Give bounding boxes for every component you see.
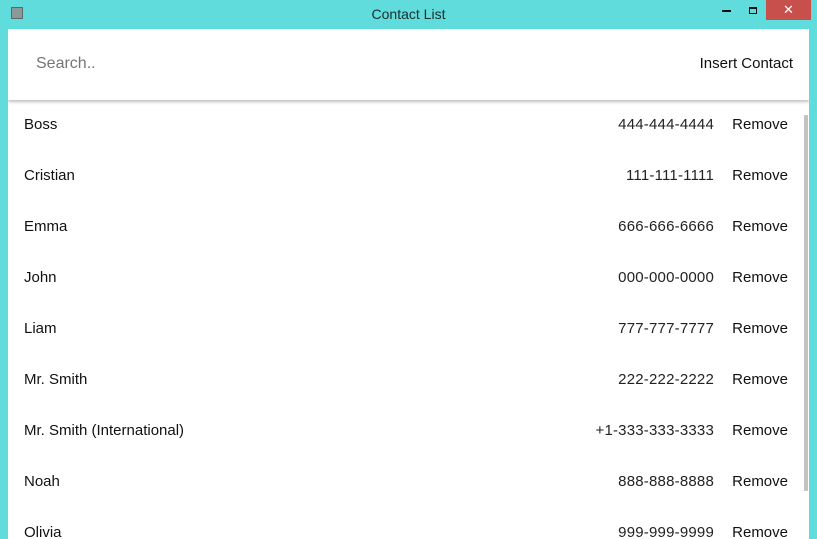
close-button[interactable]: ✕ <box>766 0 811 20</box>
list-item[interactable]: Mr. Smith 222-222-2222 Remove <box>8 355 802 406</box>
contact-phone: 888-888-8888 <box>618 473 714 490</box>
contact-name: Noah <box>24 473 60 490</box>
contact-name: Liam <box>24 320 57 337</box>
maximize-button[interactable] <box>740 0 766 20</box>
search-input[interactable] <box>28 51 328 77</box>
contact-phone: 666-666-6666 <box>618 218 714 235</box>
remove-button[interactable]: Remove <box>732 473 788 490</box>
remove-button[interactable]: Remove <box>732 320 788 337</box>
client-area: Insert Contact Boss 444-444-4444 Remove … <box>8 29 809 539</box>
remove-button[interactable]: Remove <box>732 422 788 439</box>
list-item[interactable]: Noah 888-888-8888 Remove <box>8 457 802 508</box>
minimize-icon <box>721 10 731 12</box>
remove-button[interactable]: Remove <box>732 167 788 184</box>
contact-phone: 777-777-7777 <box>618 320 714 337</box>
maximize-icon <box>749 6 757 14</box>
list-item[interactable]: Cristian 111-111-1111 Remove <box>8 151 802 202</box>
contact-phone: 222-222-2222 <box>618 371 714 388</box>
contact-phone: +1-333-333-3333 <box>595 422 714 439</box>
contact-phone: 999-999-9999 <box>618 524 714 539</box>
title-bar[interactable]: Contact List ✕ <box>0 0 817 28</box>
contact-list[interactable]: Boss 444-444-4444 Remove Cristian 111-11… <box>8 100 809 539</box>
remove-button[interactable]: Remove <box>732 371 788 388</box>
contact-name: Mr. Smith (International) <box>24 422 185 439</box>
contact-name: Cristian <box>24 167 75 184</box>
app-window: Contact List ✕ Insert Contact Boss 444-4… <box>0 0 817 539</box>
remove-button[interactable]: Remove <box>732 269 788 286</box>
list-item[interactable]: Mr. Smith (International) +1-333-333-333… <box>8 406 802 457</box>
remove-button[interactable]: Remove <box>732 116 788 133</box>
minimize-button[interactable] <box>712 0 740 20</box>
close-icon: ✕ <box>783 2 794 18</box>
contact-phone: 111-111-1111 <box>625 167 714 184</box>
insert-contact-button[interactable]: Insert Contact <box>700 55 793 72</box>
contact-name: Emma <box>24 218 68 235</box>
contact-name: Mr. Smith <box>24 371 88 388</box>
contact-name: Boss <box>24 116 58 133</box>
list-item[interactable]: Olivia 999-999-9999 Remove <box>8 508 802 539</box>
scrollbar-thumb[interactable] <box>804 115 808 491</box>
contact-name: Olivia <box>24 524 62 539</box>
list-item[interactable]: Boss 444-444-4444 Remove <box>8 100 802 151</box>
list-item[interactable]: John 000-000-0000 Remove <box>8 253 802 304</box>
contact-phone: 444-444-4444 <box>618 116 714 133</box>
remove-button[interactable]: Remove <box>732 524 788 539</box>
list-item[interactable]: Emma 666-666-6666 Remove <box>8 202 802 253</box>
list-item[interactable]: Liam 777-777-7777 Remove <box>8 304 802 355</box>
contact-name: John <box>24 269 57 286</box>
window-title: Contact List <box>371 6 446 22</box>
toolbar: Insert Contact <box>8 29 809 100</box>
remove-button[interactable]: Remove <box>732 218 788 235</box>
contact-phone: 000-000-0000 <box>618 269 714 286</box>
